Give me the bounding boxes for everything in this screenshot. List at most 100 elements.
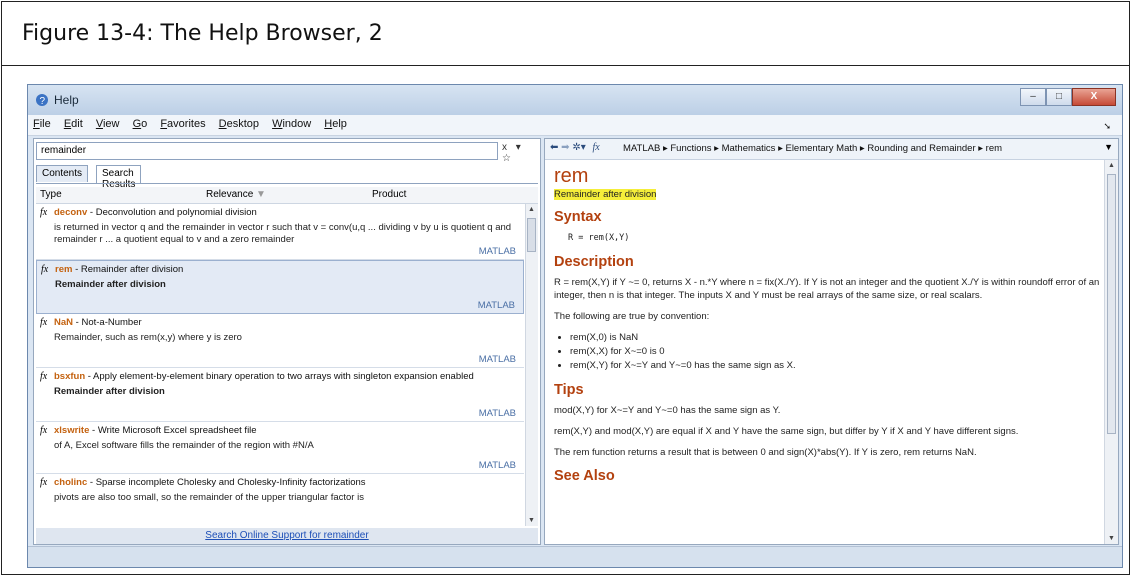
- col-type[interactable]: Type: [40, 189, 62, 200]
- syntax-code: R = rem(X,Y): [568, 233, 630, 243]
- tips-heading: Tips: [554, 382, 584, 398]
- result-summary: - Write Microsoft Excel spreadsheet file: [89, 425, 257, 436]
- menu-file[interactable]: File: [28, 115, 56, 130]
- scrollbar-thumb[interactable]: [527, 218, 536, 252]
- function-icon: fx: [41, 264, 49, 275]
- menu-view[interactable]: View: [91, 115, 125, 130]
- col-product[interactable]: Product: [372, 189, 406, 200]
- result-name: rem: [55, 264, 73, 275]
- function-icon: fx: [40, 207, 48, 218]
- back-arrow-icon[interactable]: ⬅: [550, 142, 558, 153]
- result-summary: - Not-a-Number: [73, 317, 142, 328]
- scroll-down-arrow-icon[interactable]: ▼: [528, 517, 535, 524]
- result-product: MATLAB: [478, 246, 516, 257]
- menu-bar: File Edit View Go Favorites Desktop Wind…: [28, 115, 1122, 136]
- search-online-support-link[interactable]: Search Online Support for remainder: [36, 528, 538, 544]
- results-list: fx deconv - Deconvolution and polynomial…: [36, 204, 524, 526]
- description-paragraph: R = rem(X,Y) if Y ~= 0, returns X - n.*Y…: [554, 277, 1100, 301]
- result-item[interactable]: fx cholinc - Sparse incomplete Cholesky …: [36, 474, 524, 514]
- undock-arrow-icon[interactable]: ➘: [1098, 118, 1116, 132]
- result-product: MATLAB: [478, 354, 516, 365]
- result-item[interactable]: fx bsxfun - Apply element-by-element bin…: [36, 368, 524, 422]
- result-item[interactable]: fx deconv - Deconvolution and polynomial…: [36, 204, 524, 260]
- result-product: MATLAB: [478, 408, 516, 419]
- tip-paragraph: mod(X,Y) for X~=Y and Y~=0 has the same …: [554, 405, 781, 416]
- clear-search-icon[interactable]: x: [502, 142, 507, 153]
- col-relevance[interactable]: Relevance ▼: [206, 189, 266, 200]
- list-item: rem(X,X) for X~=0 is 0: [570, 345, 1102, 359]
- result-summary: - Apply element-by-element binary operat…: [85, 371, 474, 382]
- result-name: cholinc: [54, 477, 88, 488]
- tab-contents[interactable]: Contents: [36, 165, 89, 182]
- help-window: ? Help – □ X File Edit View Go Favorites…: [27, 84, 1123, 568]
- result-name: xlswrite: [54, 425, 90, 436]
- minimize-button[interactable]: –: [1020, 88, 1046, 106]
- close-button[interactable]: X: [1072, 88, 1116, 106]
- doc-title: rem: [554, 165, 589, 187]
- result-item[interactable]: fx NaN - Not-a-Number Remainder, such as…: [36, 314, 524, 368]
- result-description: of A, Excel software fills the remainder…: [54, 440, 314, 451]
- result-description: Remainder after division: [55, 279, 166, 290]
- menu-favorites[interactable]: Favorites: [155, 115, 210, 130]
- title-bar[interactable]: ? Help – □ X: [28, 85, 1122, 115]
- help-app-icon: ?: [36, 94, 48, 107]
- result-summary: - Deconvolution and polynomial division: [87, 207, 257, 218]
- caption-text: Figure 13-4: The Help Browser, 2: [22, 21, 383, 46]
- description-heading: Description: [554, 254, 634, 270]
- result-item[interactable]: fx xlswrite - Write Microsoft Excel spre…: [36, 422, 524, 474]
- result-description: pivots are also too small, so the remain…: [54, 492, 364, 503]
- gear-icon[interactable]: ✲▾: [572, 142, 585, 153]
- tab-search-results[interactable]: Search Results: [96, 165, 142, 190]
- result-summary: - Remainder after division: [72, 264, 184, 275]
- favorite-star-icon[interactable]: ☆: [502, 153, 511, 164]
- window-title: Help: [54, 93, 79, 107]
- search-input[interactable]: remainder: [36, 142, 498, 160]
- scroll-down-arrow-icon[interactable]: ▼: [1108, 535, 1115, 542]
- function-icon: fx: [40, 371, 48, 382]
- function-icon: fx: [40, 477, 48, 488]
- svg-text:?: ?: [40, 96, 46, 107]
- result-product: MATLAB: [478, 460, 516, 471]
- highlighted-term: Remainder: [554, 189, 601, 200]
- search-dropdown-icon[interactable]: ▾: [516, 142, 521, 153]
- menu-help[interactable]: Help: [319, 115, 352, 130]
- result-name: bsxfun: [54, 371, 86, 382]
- doc-navbar: ⬅ ➡ ✲▾ fx MATLAB ▸ Functions ▸ Mathemati…: [545, 139, 1118, 160]
- forward-arrow-icon[interactable]: ➡: [561, 142, 569, 153]
- doc-scrollbar[interactable]: ▲ ▼: [1104, 160, 1118, 544]
- result-product: MATLAB: [477, 300, 515, 311]
- list-item: rem(X,0) is NaN: [570, 331, 1102, 345]
- results-scrollbar[interactable]: ▲ ▼: [525, 204, 538, 526]
- doc-pane: ⬅ ➡ ✲▾ fx MATLAB ▸ Functions ▸ Mathemati…: [544, 138, 1119, 545]
- result-summary: - Sparse incomplete Cholesky and Cholesk…: [87, 477, 366, 488]
- list-item: rem(X,Y) for X~=Y and Y~=0 has the same …: [570, 359, 1102, 373]
- menu-edit[interactable]: Edit: [59, 115, 88, 130]
- result-name: deconv: [54, 207, 88, 218]
- results-column-header: Type Relevance ▼ Product: [36, 187, 538, 204]
- function-icon: fx: [40, 317, 48, 328]
- scroll-up-arrow-icon[interactable]: ▲: [528, 206, 535, 213]
- tab-divider: [36, 183, 538, 184]
- scroll-up-arrow-icon[interactable]: ▲: [1108, 162, 1115, 169]
- result-item-selected[interactable]: fx rem - Remainder after division Remain…: [36, 260, 524, 314]
- figure-caption: Figure 13-4: The Help Browser, 2: [2, 2, 1129, 66]
- menu-window[interactable]: Window: [267, 115, 316, 130]
- maximize-button[interactable]: □: [1046, 88, 1072, 106]
- scrollbar-thumb[interactable]: [1107, 174, 1116, 434]
- result-description: Remainder, such as rem(x,y) where y is z…: [54, 332, 242, 343]
- fx-icon[interactable]: fx: [593, 142, 600, 153]
- doc-purpose: Remainder after division: [554, 189, 657, 200]
- convention-intro: The following are true by convention:: [554, 311, 710, 322]
- menu-desktop[interactable]: Desktop: [214, 115, 264, 130]
- doc-content: rem Remainder after division Syntax R = …: [554, 163, 1102, 543]
- breadcrumb-dropdown-icon[interactable]: ▼: [1104, 142, 1113, 152]
- tip-paragraph: The rem function returns a result that i…: [554, 447, 977, 458]
- figure-frame: Figure 13-4: The Help Browser, 2 ? Help …: [1, 1, 1130, 575]
- syntax-heading: Syntax: [554, 209, 602, 225]
- breadcrumb[interactable]: MATLAB ▸ Functions ▸ Mathematics ▸ Eleme…: [623, 143, 1002, 154]
- tip-paragraph: rem(X,Y) and mod(X,Y) are equal if X and…: [554, 426, 1019, 437]
- result-name: NaN: [54, 317, 74, 328]
- result-description: is returned in vector q and the remainde…: [54, 222, 512, 245]
- function-icon: fx: [40, 425, 48, 436]
- menu-go[interactable]: Go: [128, 115, 153, 130]
